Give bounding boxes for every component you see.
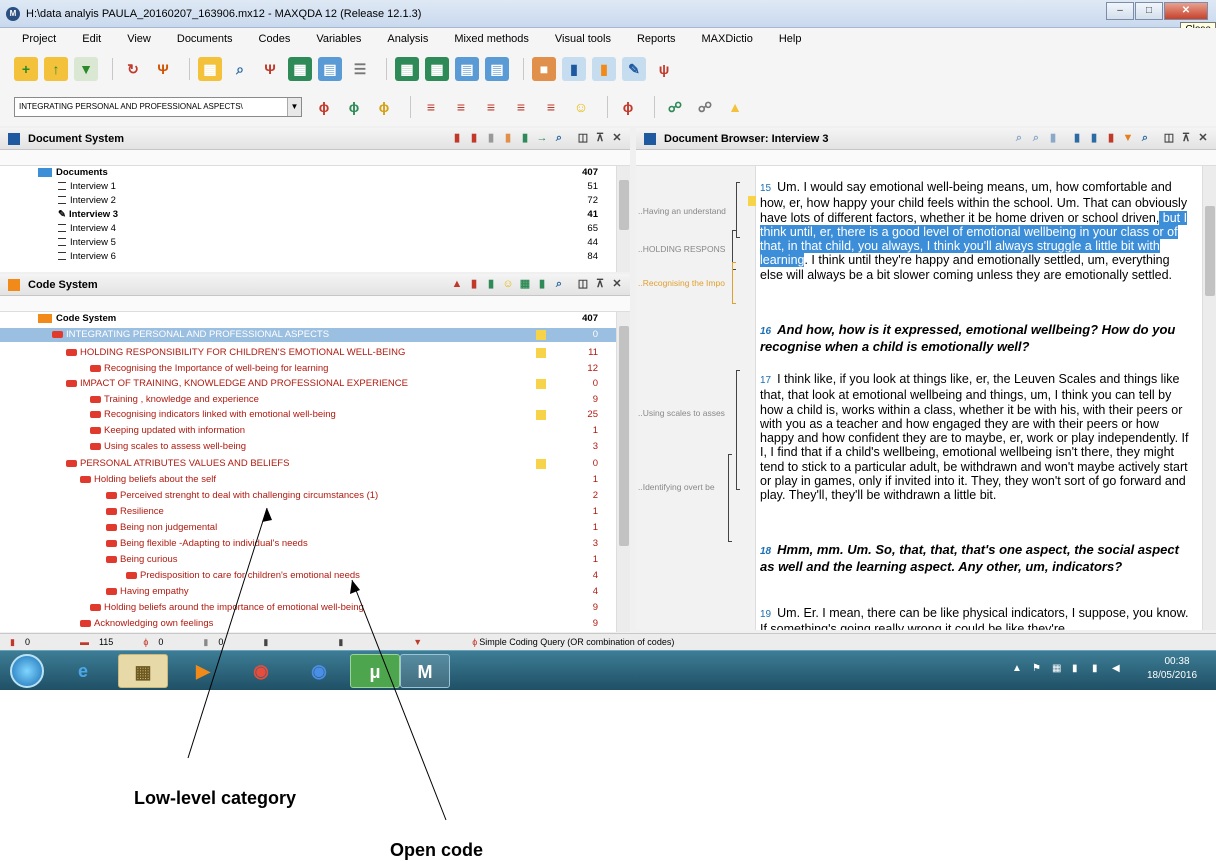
- annotation-arrows: [187, 507, 447, 821]
- open-code-arrow-head: [350, 580, 360, 594]
- low-level-category-label: Low-level category: [134, 788, 297, 808]
- open-code-label: Open code: [390, 840, 484, 860]
- low-level-arrow-line: [187, 507, 268, 759]
- open-code-arrow-line: [351, 579, 447, 821]
- low-level-arrow-head: [262, 508, 272, 522]
